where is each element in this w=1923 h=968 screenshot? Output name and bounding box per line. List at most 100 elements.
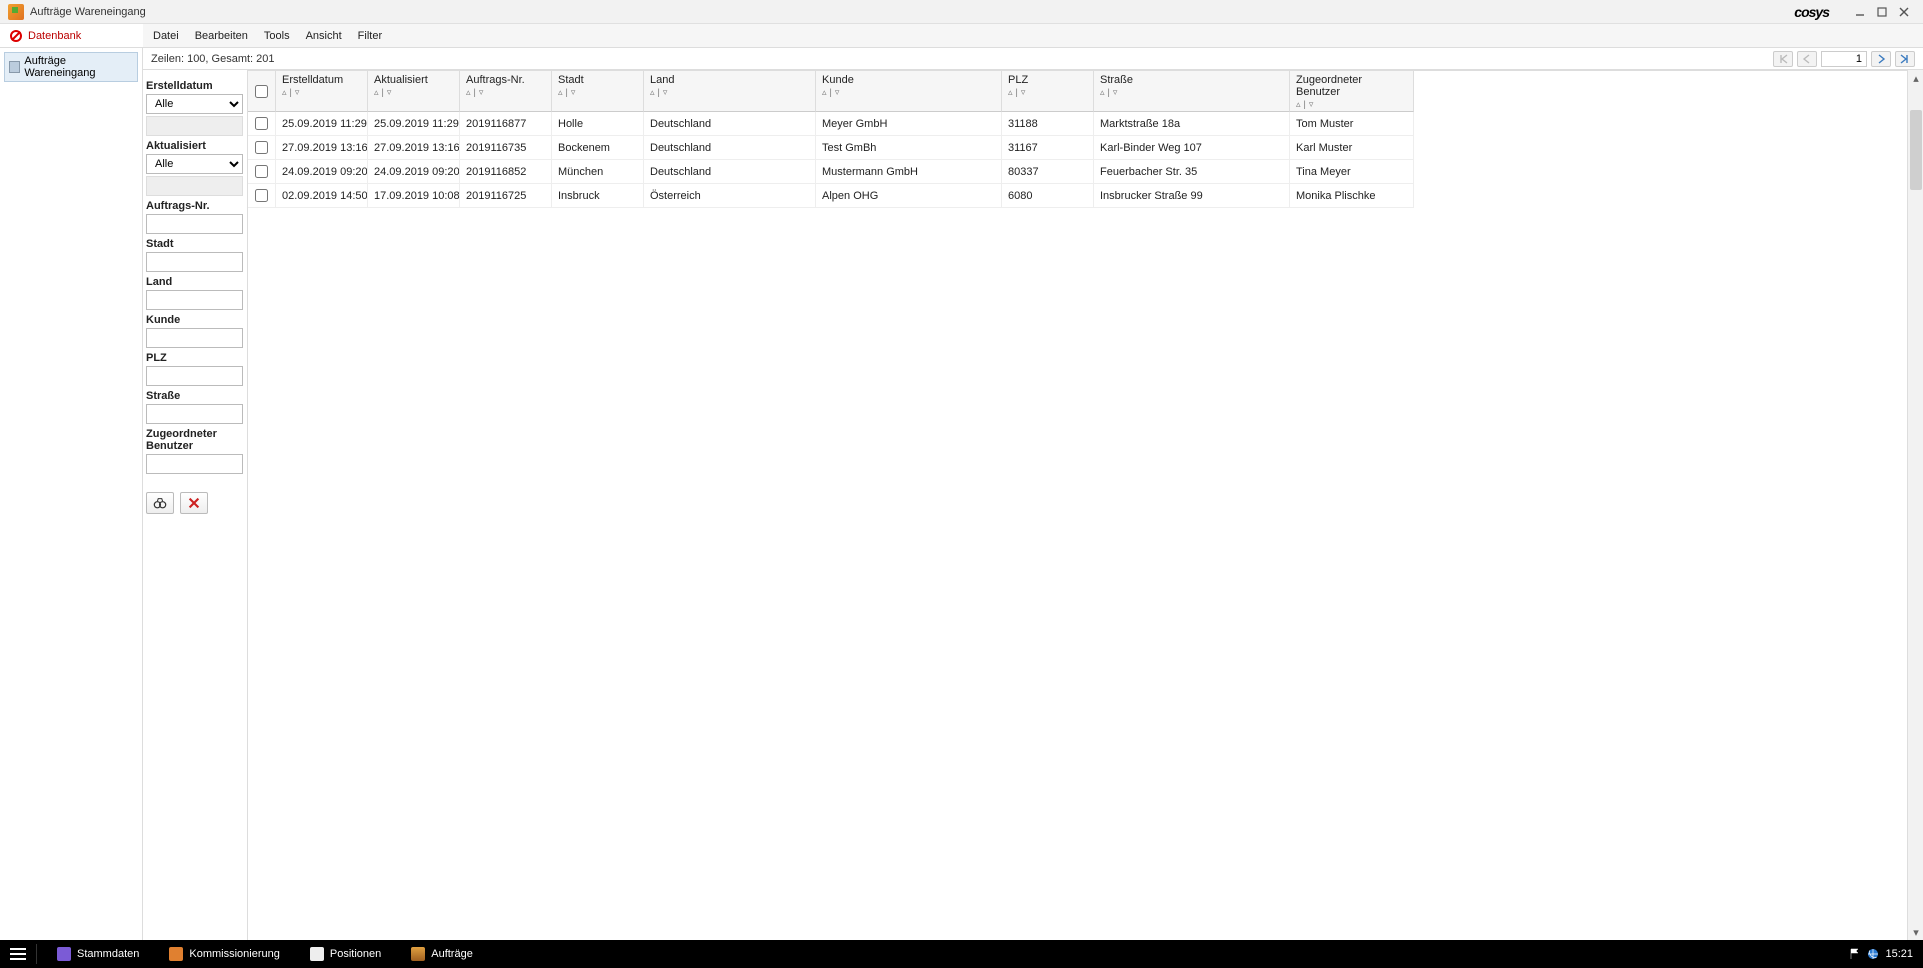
cell-plz[interactable]: 80337 (1002, 160, 1094, 184)
column-header-aktualisiert[interactable]: Aktualisiert▵|▿ (368, 71, 460, 112)
column-header-plz[interactable]: PLZ▵|▿ (1002, 71, 1094, 112)
cell-kunde[interactable]: Alpen OHG (816, 184, 1002, 208)
taskbar-item-kommissionierung[interactable]: Kommissionierung (155, 940, 293, 968)
system-tray: 15:21 (1849, 948, 1917, 960)
navigation-tree: Aufträge Wareneingang (0, 48, 143, 940)
pager-prev-button[interactable] (1797, 51, 1817, 67)
filter-benutzer-input[interactable] (146, 454, 243, 474)
filter-erstelldatum-select[interactable]: Alle (146, 94, 243, 114)
kommissionierung-icon (169, 947, 183, 961)
cell-plz[interactable]: 31188 (1002, 112, 1094, 136)
cell-aktualisiert[interactable]: 25.09.2019 11:29:20 (368, 112, 460, 136)
pager-last-button[interactable] (1895, 51, 1915, 67)
cell-auftragsnr[interactable]: 2019116852 (460, 160, 552, 184)
cell-stadt[interactable]: München (552, 160, 644, 184)
cell-benutzer[interactable]: Monika Plischke (1290, 184, 1414, 208)
cell-auftragsnr[interactable]: 2019116735 (460, 136, 552, 160)
column-header-land[interactable]: Land▵|▿ (644, 71, 816, 112)
filter-auftragsnr-input[interactable] (146, 214, 243, 234)
menu-filter[interactable]: Filter (358, 30, 382, 42)
minimize-button[interactable] (1849, 3, 1871, 21)
filter-erstelldatum-extra (146, 116, 243, 136)
cell-auftragsnr[interactable]: 2019116725 (460, 184, 552, 208)
cell-land[interactable]: Deutschland (644, 160, 816, 184)
sort-desc-icon: ▿ (295, 88, 300, 97)
cell-plz[interactable]: 6080 (1002, 184, 1094, 208)
filter-label-auftragsnr: Auftrags-Nr. (146, 200, 244, 212)
cell-erstelldatum[interactable]: 02.09.2019 14:50:04 (276, 184, 368, 208)
filter-aktualisiert-extra (146, 176, 243, 196)
cell-benutzer[interactable]: Tina Meyer (1290, 160, 1414, 184)
column-header-erstelldatum[interactable]: Erstelldatum▵|▿ (276, 71, 368, 112)
filter-label-stadt: Stadt (146, 238, 244, 250)
menu-ansicht[interactable]: Ansicht (306, 30, 342, 42)
cell-land[interactable]: Deutschland (644, 112, 816, 136)
cell-strasse[interactable]: Feuerbacher Str. 35 (1094, 160, 1290, 184)
tray-flag-icon[interactable] (1849, 948, 1861, 960)
maximize-button[interactable] (1871, 3, 1893, 21)
filter-label-benutzer: Zugeordneter Benutzer (146, 428, 244, 452)
cell-kunde[interactable]: Meyer GmbH (816, 112, 1002, 136)
row-checkbox[interactable] (255, 165, 268, 178)
tree-item-label: Aufträge Wareneingang (24, 55, 133, 79)
cell-benutzer[interactable]: Tom Muster (1290, 112, 1414, 136)
column-header-benutzer[interactable]: Zugeordneter Benutzer▵|▿ (1290, 71, 1414, 112)
cell-stadt[interactable]: Insbruck (552, 184, 644, 208)
cell-strasse[interactable]: Insbrucker Straße 99 (1094, 184, 1290, 208)
column-header-strasse[interactable]: Straße▵|▿ (1094, 71, 1290, 112)
menu-tools[interactable]: Tools (264, 30, 290, 42)
clear-filter-button[interactable] (180, 492, 208, 514)
scrollbar-thumb[interactable] (1910, 110, 1922, 190)
tree-item-auftraege[interactable]: Aufträge Wareneingang (4, 52, 138, 82)
cell-land[interactable]: Österreich (644, 184, 816, 208)
cell-plz[interactable]: 31167 (1002, 136, 1094, 160)
column-header-kunde[interactable]: Kunde▵|▿ (816, 71, 1002, 112)
taskbar-item-stammdaten[interactable]: Stammdaten (43, 940, 153, 968)
cell-kunde[interactable]: Test GmBh (816, 136, 1002, 160)
row-checkbox[interactable] (255, 141, 268, 154)
cell-stadt[interactable]: Holle (552, 112, 644, 136)
filter-plz-input[interactable] (146, 366, 243, 386)
cell-aktualisiert[interactable]: 27.09.2019 13:16:02 (368, 136, 460, 160)
cell-erstelldatum[interactable]: 27.09.2019 13:16:02 (276, 136, 368, 160)
scroll-down-arrow-icon[interactable]: ▾ (1908, 924, 1923, 940)
row-checkbox[interactable] (255, 117, 268, 130)
column-header-checkbox[interactable] (248, 71, 276, 112)
cell-kunde[interactable]: Mustermann GmbH (816, 160, 1002, 184)
cell-strasse[interactable]: Karl-Binder Weg 107 (1094, 136, 1290, 160)
select-all-checkbox[interactable] (255, 85, 268, 98)
scroll-up-arrow-icon[interactable]: ▴ (1908, 70, 1923, 86)
pager-next-button[interactable] (1871, 51, 1891, 67)
taskbar-item-positionen[interactable]: Positionen (296, 940, 395, 968)
filter-aktualisiert-select[interactable]: Alle (146, 154, 243, 174)
pager-page-input[interactable] (1821, 51, 1867, 67)
pager-first-button[interactable] (1773, 51, 1793, 67)
start-menu-button[interactable] (6, 943, 30, 965)
cell-aktualisiert[interactable]: 17.09.2019 10:08:41 (368, 184, 460, 208)
cell-land[interactable]: Deutschland (644, 136, 816, 160)
cell-strasse[interactable]: Marktstraße 18a (1094, 112, 1290, 136)
menu-bearbeiten[interactable]: Bearbeiten (195, 30, 248, 42)
cell-erstelldatum[interactable]: 24.09.2019 09:20:09 (276, 160, 368, 184)
row-checkbox-cell (248, 160, 276, 184)
cell-benutzer[interactable]: Karl Muster (1290, 136, 1414, 160)
cell-erstelldatum[interactable]: 25.09.2019 11:29:14 (276, 112, 368, 136)
filter-label-erstelldatum: Erstelldatum (146, 80, 244, 92)
tray-globe-icon[interactable] (1867, 948, 1879, 960)
apply-filter-button[interactable] (146, 492, 174, 514)
cell-auftragsnr[interactable]: 2019116877 (460, 112, 552, 136)
filter-strasse-input[interactable] (146, 404, 243, 424)
filter-stadt-input[interactable] (146, 252, 243, 272)
cell-stadt[interactable]: Bockenem (552, 136, 644, 160)
taskbar-item-auftraege[interactable]: Aufträge (397, 940, 487, 968)
filter-kunde-input[interactable] (146, 328, 243, 348)
row-checkbox[interactable] (255, 189, 268, 202)
close-button[interactable] (1893, 3, 1915, 21)
cell-aktualisiert[interactable]: 24.09.2019 09:20:50 (368, 160, 460, 184)
column-header-auftragsnr[interactable]: Auftrags-Nr.▵|▿ (460, 71, 552, 112)
filter-land-input[interactable] (146, 290, 243, 310)
menu-datei[interactable]: Datei (153, 30, 179, 42)
vertical-scrollbar[interactable]: ▴ ▾ (1907, 70, 1923, 940)
db-tab[interactable]: Datenbank (0, 24, 143, 47)
column-header-stadt[interactable]: Stadt▵|▿ (552, 71, 644, 112)
